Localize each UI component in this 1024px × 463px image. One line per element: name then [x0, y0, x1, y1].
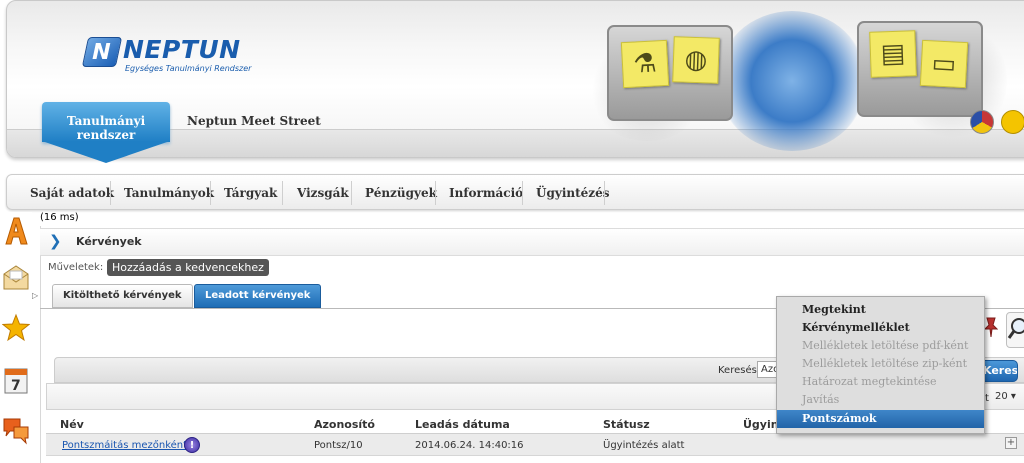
- tab-neptun-meet-street[interactable]: Neptun Meet Street: [187, 114, 321, 128]
- add-to-favorites-button[interactable]: Hozzáadás a kedvencekhez: [107, 259, 269, 276]
- menu-divider: [282, 181, 283, 205]
- chat-bubble-icon[interactable]: [2, 415, 30, 445]
- chevron-down-icon: ▾: [1010, 391, 1016, 402]
- menu-divider: [522, 181, 523, 205]
- page-size-value: 20: [995, 391, 1008, 402]
- magnifier-icon[interactable]: [1006, 312, 1024, 348]
- column-header-status[interactable]: Státusz: [603, 418, 650, 431]
- request-submit-date: 2014.06.24. 14:40:16: [415, 440, 524, 451]
- panel-header: [40, 228, 1024, 256]
- column-header-name[interactable]: Név: [60, 418, 84, 431]
- menu-divider: [210, 181, 211, 205]
- tab-active-pointer: [42, 141, 170, 163]
- note-books-icon: ▤: [869, 30, 917, 78]
- render-time: (16 ms): [40, 212, 79, 223]
- expand-row-plus-icon[interactable]: +: [1005, 437, 1017, 449]
- menu-item-penzugyek[interactable]: Pénzügyek: [365, 186, 437, 200]
- menu-divider: [435, 181, 436, 205]
- neptun-logo-mark-icon: N: [81, 37, 123, 67]
- smiley-icon[interactable]: [1001, 110, 1024, 134]
- calendar-icon[interactable]: 7: [2, 365, 30, 395]
- chevron-right-icon[interactable]: ❯: [49, 232, 62, 250]
- menu-item-vizsgak[interactable]: Vizsgák: [297, 186, 349, 200]
- note-science-icon: ⚗: [620, 39, 670, 89]
- menu-item-informacio[interactable]: Információ: [449, 186, 523, 200]
- sidebar-toggle-icon[interactable]: ▷: [32, 291, 38, 300]
- left-sidebar: 7: [0, 212, 32, 463]
- menu-item-scores[interactable]: Pontszámok: [777, 410, 984, 428]
- header-artwork: ⚗ ◍ ▤ ▭: [567, 1, 1007, 151]
- menu-divider: [604, 181, 605, 205]
- menu-item-download-zip: Mellékletek letöltése zip-ként: [802, 357, 968, 370]
- panel-title: Kérvények: [76, 235, 142, 248]
- menu-item-attachment[interactable]: Kérvénymelléklet: [777, 319, 984, 337]
- search-label: Keresés: [718, 365, 757, 376]
- menu-divider: [351, 181, 352, 205]
- main-menu: Saját adatok Tanulmányok Tárgyak Vizsgák…: [6, 174, 1024, 210]
- page-size-select[interactable]: 20 ▾: [993, 390, 1024, 406]
- row-context-menu: Megtekint Kérvénymelléklet Mellékletek l…: [776, 296, 985, 434]
- brand-name: NEPTUN: [123, 35, 241, 64]
- column-header-id[interactable]: Azonosító: [314, 418, 375, 431]
- request-status: Ügyintézés alatt: [603, 440, 685, 451]
- column-header-submit-date[interactable]: Leadás dátuma: [415, 418, 510, 431]
- swirl-art-icon: [717, 11, 867, 151]
- menu-item-correction: Javítás: [802, 393, 840, 406]
- tab-submitted-requests[interactable]: Leadott kérvények: [194, 284, 322, 308]
- menu-item-tanulmanyok[interactable]: Tanulmányok: [124, 186, 214, 200]
- operations-label: Műveletek:: [48, 262, 104, 273]
- info-icon[interactable]: !: [184, 437, 200, 453]
- menu-item-view-decision: Határozat megtekintése: [802, 375, 937, 388]
- note-globe-icon: ◍: [672, 36, 720, 84]
- menu-item-sajat-adatok[interactable]: Saját adatok: [30, 186, 114, 200]
- menu-item-ugyintezes[interactable]: Ügyintézés: [536, 186, 610, 200]
- svg-text:7: 7: [11, 378, 21, 394]
- language-selector-icon[interactable]: [970, 110, 994, 134]
- request-id: Pontsz/10: [314, 440, 363, 451]
- menu-divider: [110, 181, 111, 205]
- brand-tagline: Egységes Tanulmányi Rendszer: [125, 64, 252, 73]
- request-name-link[interactable]: Pontszmáitás mezőnként: [62, 440, 187, 451]
- menu-item-download-pdf: Mellékletek letöltése pdf-ként: [802, 339, 969, 352]
- star-icon[interactable]: [1, 313, 31, 343]
- envelope-icon[interactable]: [2, 262, 30, 292]
- note-laptop-icon: ▭: [919, 39, 969, 89]
- pin-icon[interactable]: [984, 316, 998, 338]
- menu-item-view[interactable]: Megtekint: [777, 301, 984, 319]
- tab-tanulmanyi-rendszer-label[interactable]: Tanulmányi rendszer: [42, 114, 170, 142]
- neptun-logo[interactable]: N NEPTUN Egységes Tanulmányi Rendszer: [79, 33, 259, 77]
- page-size-label: t: [985, 393, 989, 404]
- letter-a-icon[interactable]: [2, 216, 30, 246]
- menu-item-targyak[interactable]: Tárgyak: [224, 186, 277, 200]
- tab-fillable-requests[interactable]: Kitölthető kérvények: [52, 284, 193, 308]
